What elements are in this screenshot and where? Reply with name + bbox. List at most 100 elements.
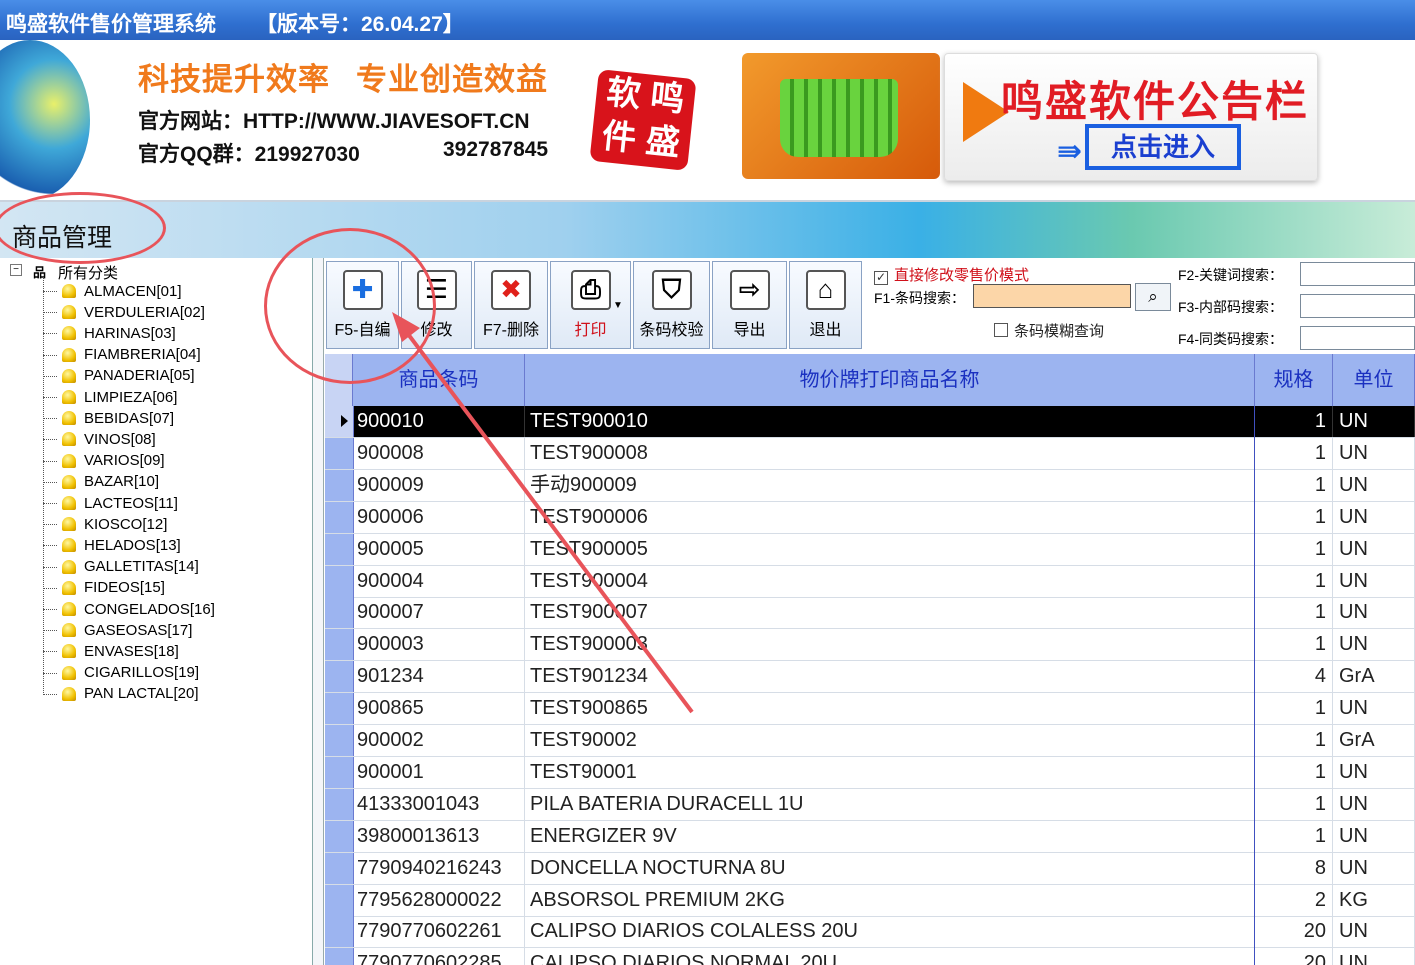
- collapse-toggle-icon[interactable]: −: [10, 264, 22, 276]
- cell-unit: UN: [1333, 916, 1415, 948]
- same-class-input[interactable]: [1300, 326, 1415, 350]
- cell-barcode: 900005: [353, 533, 525, 565]
- row-indicator[interactable]: [325, 852, 354, 884]
- row-indicator[interactable]: [325, 693, 354, 725]
- tree-item[interactable]: PAN LACTAL[20]: [43, 684, 199, 704]
- direct-edit-checkbox[interactable]: ✓: [874, 271, 888, 285]
- tree-connector: [43, 545, 57, 547]
- tree-item[interactable]: ALMACEN[01]: [43, 281, 182, 301]
- tree-item[interactable]: HELADOS[13]: [43, 535, 181, 555]
- table-row[interactable]: 900001 TEST90001 1 UN: [325, 756, 1415, 789]
- table-row[interactable]: 7790770602261 CALIPSO DIARIOS COLALESS 20…: [325, 916, 1415, 949]
- tree-root-label[interactable]: 所有分类: [58, 262, 118, 283]
- folder-bell-icon: [62, 623, 76, 638]
- tree-connector: [43, 418, 57, 420]
- tree-connector: [43, 312, 57, 314]
- folder-bell-icon: [62, 559, 76, 574]
- notice-board[interactable]: 鸣盛软件公告栏 ⇛ 点击进入: [944, 53, 1318, 181]
- tree-item[interactable]: BEBIDAS[07]: [43, 408, 174, 428]
- cell-unit: UN: [1333, 948, 1415, 965]
- section-header: 商品管理: [0, 202, 1415, 258]
- dropdown-arrow-icon[interactable]: ▼: [613, 300, 623, 311]
- tree-root-icon: 品: [33, 265, 47, 280]
- toolbar-button-7[interactable]: ⌂ 退出: [789, 261, 862, 349]
- row-indicator[interactable]: [325, 916, 354, 948]
- row-indicator[interactable]: [325, 597, 354, 629]
- product-grid[interactable]: 商品条码 物价牌打印商品名称 规格 单位 900010 TEST900010 1 UN…: [325, 354, 1415, 965]
- fuzzy-query-option[interactable]: 条码模糊查询: [994, 320, 1104, 341]
- tree-item[interactable]: ENVASES[18]: [43, 641, 179, 661]
- row-indicator[interactable]: [325, 437, 354, 469]
- keyword-search-input[interactable]: [1300, 262, 1415, 286]
- fuzzy-query-checkbox[interactable]: [994, 323, 1008, 337]
- table-row[interactable]: 900007 TEST900007 1 UN: [325, 597, 1415, 630]
- row-indicator[interactable]: [325, 533, 354, 565]
- cell-spec: 1: [1255, 629, 1333, 661]
- row-indicator[interactable]: [325, 725, 354, 756]
- table-row[interactable]: 900005 TEST900005 1 UN: [325, 533, 1415, 566]
- tree-item[interactable]: GASEOSAS[17]: [43, 620, 192, 640]
- table-row[interactable]: 7795628000022 ABSORSOL PREMIUM 2KG 2 KG: [325, 884, 1415, 917]
- row-indicator[interactable]: [325, 948, 354, 965]
- table-row[interactable]: 900008 TEST900008 1 UN: [325, 437, 1415, 470]
- row-indicator[interactable]: [325, 661, 354, 693]
- cell-barcode: 900003: [353, 629, 525, 661]
- column-divider: [1254, 406, 1255, 965]
- toolbar-button-5[interactable]: ⛉ 条码校验: [633, 261, 710, 349]
- toolbar-button-3[interactable]: ✖ F7-删除: [474, 261, 548, 349]
- tree-item[interactable]: PANADERIA[05]: [43, 366, 195, 386]
- tree-item[interactable]: BAZAR[10]: [43, 472, 159, 492]
- toolbar-button-6[interactable]: ⇨ 导出: [712, 261, 787, 349]
- col-header-name[interactable]: 物价牌打印商品名称: [525, 354, 1255, 406]
- tree-item[interactable]: CIGARILLOS[19]: [43, 663, 199, 683]
- internal-code-input[interactable]: [1300, 294, 1415, 318]
- table-row[interactable]: 900004 TEST900004 1 UN: [325, 565, 1415, 598]
- direct-edit-option[interactable]: ✓ 直接修改零售价模式: [874, 264, 1029, 285]
- table-row[interactable]: 7790940216243 DONCELLA NOCTURNA 8U 8 UN: [325, 852, 1415, 885]
- table-row[interactable]: 900865 TEST900865 1 UN: [325, 693, 1415, 726]
- row-indicator[interactable]: [325, 469, 354, 501]
- table-row[interactable]: 900010 TEST900010 1 UN: [325, 406, 1415, 438]
- shopping-basket-icon[interactable]: [742, 53, 940, 179]
- cell-spec: 1: [1255, 693, 1333, 725]
- tree-item[interactable]: VARIOS[09]: [43, 451, 165, 471]
- tree-item[interactable]: KIOSCO[12]: [43, 514, 167, 534]
- tree-item[interactable]: VINOS[08]: [43, 429, 156, 449]
- table-row[interactable]: 41333001043 PILA BATERIA DURACELL 1U 1 UN: [325, 788, 1415, 821]
- tree-item[interactable]: LACTEOS[11]: [43, 493, 178, 513]
- tree-item[interactable]: GALLETITAS[14]: [43, 557, 199, 577]
- col-header-unit[interactable]: 单位: [1333, 354, 1415, 406]
- table-row[interactable]: 39800013613 ENERGIZER 9V 1 UN: [325, 820, 1415, 853]
- row-indicator[interactable]: [325, 788, 354, 820]
- col-header-spec[interactable]: 规格: [1255, 354, 1333, 406]
- tree-item[interactable]: FIAMBRERIA[04]: [43, 345, 201, 365]
- row-indicator[interactable]: [325, 406, 354, 437]
- table-row[interactable]: 900009 手动900009 1 UN: [325, 469, 1415, 502]
- table-row[interactable]: 900002 TEST90002 1 GrA: [325, 725, 1415, 757]
- row-indicator[interactable]: [325, 820, 354, 852]
- table-row[interactable]: 900003 TEST900003 1 UN: [325, 629, 1415, 662]
- tree-connector: [43, 503, 57, 504]
- tree-item[interactable]: FIDEOS[15]: [43, 578, 165, 598]
- same-class-label: F4-同类码搜索：: [1178, 331, 1283, 347]
- tree-item[interactable]: VERDULERIA[02]: [43, 302, 205, 322]
- tree-item[interactable]: HARINAS[03]: [43, 323, 176, 343]
- enter-button[interactable]: 点击进入: [1085, 124, 1241, 170]
- table-row[interactable]: 7790770602285 CALIPSO DIARIOS NORMAL 20U 2…: [325, 948, 1415, 965]
- search-icon[interactable]: ⌕: [1135, 283, 1171, 311]
- tree-item[interactable]: LIMPIEZA[06]: [43, 387, 177, 407]
- tree-connector: [43, 333, 57, 335]
- row-indicator[interactable]: [325, 629, 354, 661]
- barcode-search-input[interactable]: [973, 284, 1131, 308]
- row-indicator[interactable]: [325, 501, 354, 533]
- cell-unit: UN: [1333, 756, 1415, 788]
- tree-item[interactable]: CONGELADOS[16]: [43, 599, 215, 619]
- row-indicator[interactable]: [325, 884, 354, 916]
- table-row[interactable]: 900006 TEST900006 1 UN: [325, 501, 1415, 534]
- table-row[interactable]: 901234 TEST901234 4 GrA: [325, 661, 1415, 694]
- row-indicator[interactable]: [325, 565, 354, 597]
- tree-connector: [43, 481, 57, 483]
- tree-item-label: PANADERIA[05]: [84, 367, 195, 385]
- row-indicator[interactable]: [325, 756, 354, 788]
- folder-bell-icon: [62, 347, 76, 362]
